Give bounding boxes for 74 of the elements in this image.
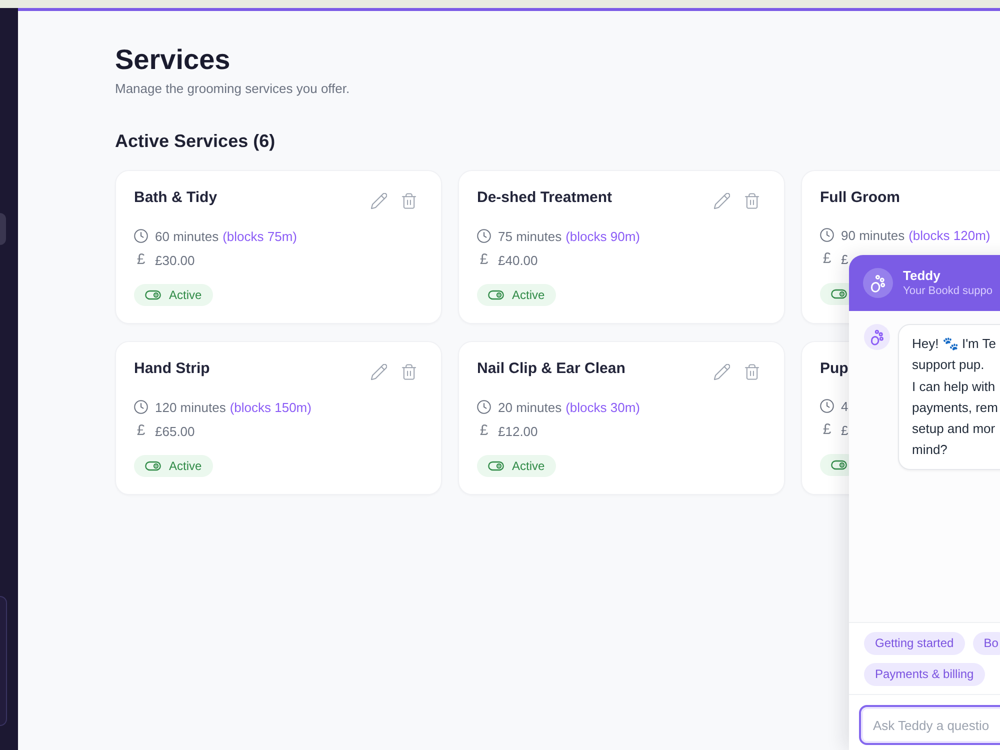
quick-reply-chip[interactable]: Payments & billing bbox=[864, 663, 985, 686]
toggle-icon bbox=[488, 461, 504, 471]
chat-subtitle: Your Bookd suppo bbox=[903, 284, 992, 298]
clock-icon bbox=[134, 400, 148, 414]
buffer-time-text: (blocks 90m) bbox=[566, 228, 640, 244]
price-text: £12.00 bbox=[498, 424, 538, 438]
price-text: £40.00 bbox=[498, 252, 538, 268]
delete-button[interactable] bbox=[401, 364, 417, 380]
clock-icon bbox=[820, 228, 834, 242]
service-title: Hand Strip bbox=[134, 359, 210, 379]
duration-text: 90 minutes bbox=[841, 228, 905, 242]
currency-symbol: £ bbox=[822, 420, 832, 440]
chat-input[interactable]: Ask Teddy a questio bbox=[859, 705, 1000, 745]
toggle-icon bbox=[831, 289, 847, 299]
pencil-icon bbox=[714, 193, 730, 209]
chat-title: Teddy bbox=[903, 268, 942, 284]
pencil-icon bbox=[371, 193, 387, 209]
price-text: £ bbox=[841, 422, 848, 438]
buffer-time-text: (blocks 75m) bbox=[222, 228, 298, 244]
status-label: Active bbox=[169, 288, 202, 302]
edit-button[interactable] bbox=[714, 193, 730, 209]
currency-symbol: £ bbox=[822, 249, 832, 269]
clock-icon bbox=[477, 400, 491, 414]
edit-button[interactable] bbox=[371, 364, 387, 380]
page-title: Services bbox=[115, 43, 230, 77]
delete-button[interactable] bbox=[401, 193, 417, 209]
status-label: Active bbox=[512, 459, 545, 473]
pencil-icon bbox=[371, 364, 387, 380]
duration-text: 60 minutes bbox=[155, 228, 219, 244]
page-subtitle: Manage the grooming services you offer. bbox=[115, 80, 350, 98]
quick-reply-chip[interactable]: Bo bbox=[972, 632, 1000, 655]
trash-icon bbox=[744, 193, 760, 209]
status-label: Active bbox=[512, 288, 545, 302]
service-title: Bath & Tidy bbox=[134, 188, 218, 208]
currency-symbol: £ bbox=[478, 421, 490, 441]
delete-button[interactable] bbox=[744, 193, 760, 209]
currency-symbol: £ bbox=[478, 250, 490, 270]
sidebar-highlight bbox=[0, 213, 6, 245]
duration-text: 120 minutes bbox=[155, 400, 226, 414]
service-title: Full Groom bbox=[820, 188, 900, 208]
toggle-icon bbox=[145, 290, 161, 300]
duration-text: 75 minutes bbox=[498, 228, 562, 244]
service-title: Nail Clip & Ear Clean bbox=[477, 359, 626, 379]
buffer-time-text: (blocks 120m) bbox=[908, 228, 990, 242]
delete-button[interactable] bbox=[744, 364, 760, 380]
trash-icon bbox=[744, 364, 760, 380]
clock-icon bbox=[134, 229, 148, 243]
status-label: Active bbox=[169, 459, 202, 473]
duration-text: 4 bbox=[841, 398, 848, 414]
service-title: De-shed Treatment bbox=[477, 188, 612, 208]
toggle-icon bbox=[488, 290, 504, 300]
price-text: £30.00 bbox=[155, 252, 195, 268]
clock-icon bbox=[477, 229, 491, 243]
quick-reply-chip[interactable]: Getting started bbox=[864, 632, 965, 655]
chat-message: Hey! 🐾 I'm Te support pup. I can help with payments, rem setup and mor mind? bbox=[898, 324, 1000, 470]
currency-symbol: £ bbox=[136, 421, 146, 441]
currency-symbol: £ bbox=[136, 250, 146, 270]
toggle-icon bbox=[831, 460, 847, 470]
price-text: £65.00 bbox=[155, 424, 195, 438]
service-title: Pup bbox=[820, 359, 848, 379]
paw-icon bbox=[863, 268, 893, 298]
clock-icon bbox=[820, 399, 834, 413]
paw-icon bbox=[864, 324, 890, 350]
edit-button[interactable] bbox=[714, 364, 730, 380]
edit-button[interactable] bbox=[371, 193, 387, 209]
toggle-icon bbox=[145, 461, 161, 471]
duration-text: 20 minutes bbox=[498, 400, 562, 414]
section-title: Active Services (6) bbox=[115, 130, 276, 153]
buffer-time-text: (blocks 30m) bbox=[566, 400, 640, 414]
buffer-time-text: (blocks 150m) bbox=[230, 400, 312, 414]
price-text: £ bbox=[841, 252, 848, 266]
pencil-icon bbox=[714, 364, 730, 380]
trash-icon bbox=[401, 193, 417, 209]
trash-icon bbox=[401, 364, 417, 380]
